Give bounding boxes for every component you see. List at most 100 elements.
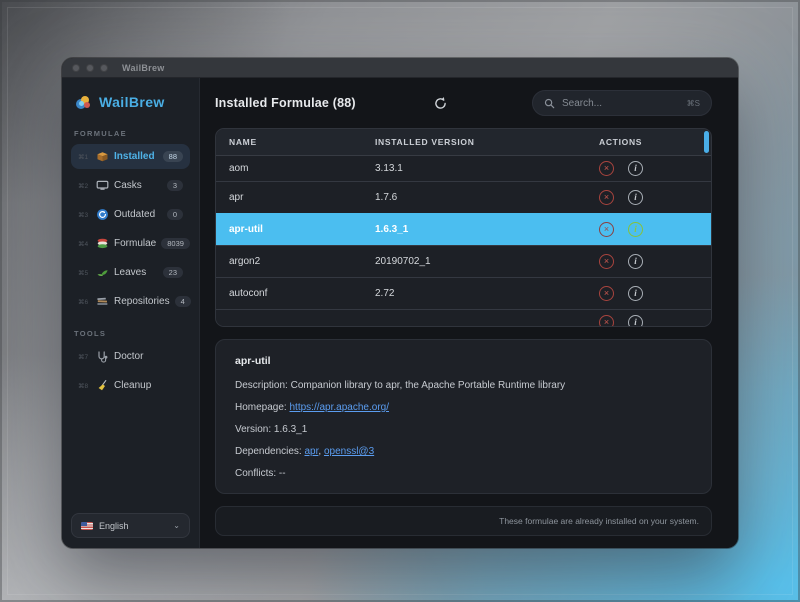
shortcut-label: ⌘7 xyxy=(78,353,91,361)
us-flag-icon xyxy=(81,522,93,530)
dependency-link[interactable]: apr xyxy=(305,446,319,457)
uninstall-icon[interactable]: × xyxy=(599,161,614,176)
count-badge: 88 xyxy=(163,151,183,163)
table-row[interactable]: apr 1.7.6 × i xyxy=(216,181,711,213)
row-name: aom xyxy=(229,163,375,174)
info-icon[interactable]: i xyxy=(628,286,643,301)
status-footer: These formulae are already installed on … xyxy=(215,506,712,536)
uninstall-icon[interactable]: × xyxy=(599,315,614,327)
section-label: FORMULAE xyxy=(74,129,187,138)
table-scrollbar-thumb[interactable] xyxy=(704,131,709,153)
table-row-partial[interactable]: × i xyxy=(216,309,711,327)
column-installed-version: INSTALLED VERSION xyxy=(375,137,599,147)
row-version: 20190702_1 xyxy=(375,256,599,267)
close-window-button[interactable] xyxy=(72,64,80,72)
sidebar-item-outdated[interactable]: ⌘3 Outdated 0 xyxy=(71,202,190,227)
main-header: Installed Formulae (88) ⌘S xyxy=(215,78,712,128)
books-icon xyxy=(96,295,109,308)
row-version: 1.7.6 xyxy=(375,192,599,203)
sidebar-item-label: Doctor xyxy=(114,351,143,362)
info-icon[interactable]: i xyxy=(628,222,643,237)
uninstall-icon[interactable]: × xyxy=(599,222,614,237)
sidebar-item-doctor[interactable]: ⌘7 Doctor xyxy=(71,344,190,369)
row-name: autoconf xyxy=(229,288,375,299)
search-input[interactable] xyxy=(562,98,680,109)
details-description: Description: Companion library to apr, t… xyxy=(235,380,692,391)
row-name: apr-util xyxy=(229,224,375,235)
chevron-down-icon: ⌄ xyxy=(173,521,180,530)
page-title: Installed Formulae (88) xyxy=(215,96,356,110)
count-badge: 8039 xyxy=(161,238,190,250)
details-panel: apr-util Description: Companion library … xyxy=(215,339,712,494)
shortcut-label: ⌘2 xyxy=(78,182,91,190)
sidebar-sections: FORMULAE ⌘1 Installed 88 ⌘2 Casks 3 ⌘3 O… xyxy=(71,114,190,402)
table-row[interactable]: argon2 20190702_1 × i xyxy=(216,245,711,277)
shortcut-label: ⌘8 xyxy=(78,382,91,390)
search-box[interactable]: ⌘S xyxy=(532,90,712,116)
shortcut-label: ⌘5 xyxy=(78,269,91,277)
brand-name: WailBrew xyxy=(99,94,165,110)
sidebar-item-installed[interactable]: ⌘1 Installed 88 xyxy=(71,144,190,169)
main-panel: Installed Formulae (88) ⌘S xyxy=(200,78,738,548)
formulae-table: NAME INSTALLED VERSION ACTIONS aom 3.13.… xyxy=(215,128,712,327)
sidebar-item-repositories[interactable]: ⌘6 Repositories 4 xyxy=(71,289,190,314)
monitor-icon xyxy=(96,179,109,192)
count-badge: 23 xyxy=(163,267,183,279)
table-row[interactable]: apr-util 1.6.3_1 × i xyxy=(216,213,711,245)
search-icon xyxy=(544,98,555,109)
sidebar: WailBrew FORMULAE ⌘1 Installed 88 ⌘2 Cas… xyxy=(62,78,200,548)
sidebar-item-label: Casks xyxy=(114,180,142,191)
homepage-link[interactable]: https://apr.apache.org/ xyxy=(289,402,389,413)
brand: WailBrew xyxy=(75,94,186,110)
shortcut-label: ⌘3 xyxy=(78,211,91,219)
sidebar-item-cleanup[interactable]: ⌘8 Cleanup xyxy=(71,373,190,398)
row-name: apr xyxy=(229,192,375,203)
search-shortcut-badge: ⌘S xyxy=(687,99,700,108)
dependency-link[interactable]: openssl@3 xyxy=(324,446,374,457)
row-version: 1.6.3_1 xyxy=(375,224,599,235)
sidebar-item-leaves[interactable]: ⌘5 Leaves 23 xyxy=(71,260,190,285)
info-icon[interactable]: i xyxy=(628,161,643,176)
sidebar-item-casks[interactable]: ⌘2 Casks 3 xyxy=(71,173,190,198)
details-version: Version: 1.6.3_1 xyxy=(235,424,692,435)
details-dependencies: Dependencies: apr, openssl@3 xyxy=(235,446,692,457)
count-badge: 3 xyxy=(167,180,183,192)
layers-icon xyxy=(96,237,109,250)
details-title: apr-util xyxy=(235,355,692,367)
info-icon[interactable]: i xyxy=(628,190,643,205)
sidebar-item-label: Leaves xyxy=(114,267,146,278)
refresh-button[interactable] xyxy=(432,94,450,112)
column-name: NAME xyxy=(229,137,375,147)
broom-icon xyxy=(96,379,109,392)
sidebar-item-formulae[interactable]: ⌘4 Formulae 8039 xyxy=(71,231,190,256)
stethoscope-icon xyxy=(96,350,109,363)
zoom-window-button[interactable] xyxy=(100,64,108,72)
package-icon xyxy=(96,150,109,163)
wailbrew-logo-icon xyxy=(75,95,92,110)
column-actions: ACTIONS xyxy=(599,137,711,147)
shortcut-label: ⌘4 xyxy=(78,240,91,248)
count-badge: 0 xyxy=(167,209,183,221)
uninstall-icon[interactable]: × xyxy=(599,254,614,269)
sidebar-item-label: Outdated xyxy=(114,209,155,220)
status-note: These formulae are already installed on … xyxy=(499,516,699,526)
language-select[interactable]: English ⌄ xyxy=(71,513,190,538)
minimize-window-button[interactable] xyxy=(86,64,94,72)
uninstall-icon[interactable]: × xyxy=(599,190,614,205)
sidebar-item-label: Cleanup xyxy=(114,380,151,391)
sidebar-item-label: Installed xyxy=(114,151,155,162)
count-badge: 4 xyxy=(175,296,191,308)
info-icon[interactable]: i xyxy=(628,254,643,269)
sidebar-item-label: Repositories xyxy=(114,296,170,307)
titlebar: WailBrew xyxy=(62,58,738,78)
table-header: NAME INSTALLED VERSION ACTIONS xyxy=(216,129,711,156)
table-row[interactable]: autoconf 2.72 × i xyxy=(216,277,711,309)
details-homepage: Homepage: https://apr.apache.org/ xyxy=(235,402,692,413)
info-icon[interactable]: i xyxy=(628,315,643,327)
leaf-icon xyxy=(96,266,109,279)
sidebar-item-label: Formulae xyxy=(114,238,156,249)
table-row[interactable]: aom 3.13.1 × i xyxy=(216,156,711,181)
row-version: 3.13.1 xyxy=(375,163,599,174)
app-window: WailBrew WailBrew FORMULAE ⌘1 Installed … xyxy=(62,58,738,548)
uninstall-icon[interactable]: × xyxy=(599,286,614,301)
